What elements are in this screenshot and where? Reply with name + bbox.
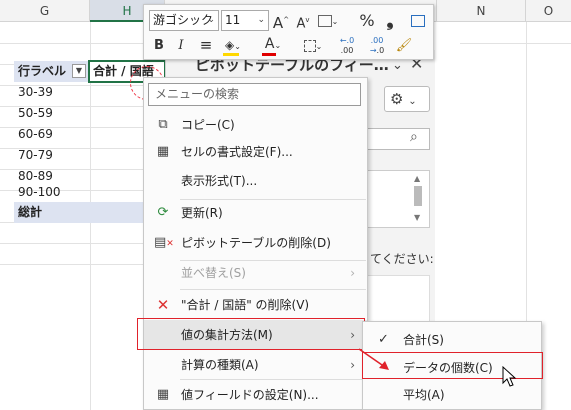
- grid-line: [460, 43, 571, 44]
- font-name-select[interactable]: 游ゴシック ⌄: [149, 10, 219, 31]
- menu-item-value-field-settings[interactable]: ▦ 値フィールドの設定(N)...: [144, 380, 367, 410]
- bold-button[interactable]: B: [149, 35, 169, 56]
- grid-line: [0, 243, 165, 244]
- merge-center-button[interactable]: [408, 10, 428, 31]
- fill-color-icon: ◈: [225, 38, 235, 52]
- mouse-cursor-icon: [502, 366, 517, 387]
- menu-item-remove-field[interactable]: ✕ "合計 / 国語" の削除(V): [144, 290, 367, 320]
- borders-button[interactable]: ⌄: [300, 35, 326, 56]
- filter-dropdown-icon[interactable]: ▼: [72, 64, 86, 78]
- annotation-arrow: [358, 348, 389, 370]
- font-color-swatch: [262, 53, 276, 56]
- align-center-button[interactable]: ≡: [196, 35, 216, 56]
- number-format-button[interactable]: ⌄: [317, 10, 339, 31]
- field-search-input[interactable]: [360, 128, 430, 150]
- chevron-right-icon: ›: [350, 266, 355, 280]
- pane-instruction-text: てください:: [370, 252, 434, 266]
- column-header-o[interactable]: O: [526, 0, 571, 22]
- menu-item-copy[interactable]: ⧉ コピー(C): [144, 110, 367, 140]
- pivot-row-label-header: 行ラベル: [18, 64, 67, 78]
- chevron-down-icon: ⌄: [257, 15, 265, 25]
- annotation-box: [137, 318, 365, 350]
- font-color-button[interactable]: A⌄: [260, 34, 286, 55]
- borders-icon: [303, 39, 316, 52]
- scrollbar[interactable]: ▲ ▼: [414, 172, 422, 225]
- font-size-select[interactable]: 11 ⌄: [221, 10, 269, 31]
- increase-font-size-button[interactable]: A^: [272, 10, 290, 32]
- column-header-g[interactable]: G: [0, 0, 90, 22]
- mini-toolbar: 游ゴシック ⌄ 11 ⌄ A^ Av ⌄ % ❟ B I ≡ ◈ ⌄ A⌄ ⌄ ←.0…: [143, 4, 434, 60]
- menu-item-delete-pivot[interactable]: ▤✕ ピボットテーブルの削除(D): [144, 228, 367, 258]
- menu-item-sort: 並べ替え(S) ›: [144, 258, 367, 288]
- delete-pivot-icon: ▤✕: [154, 235, 174, 250]
- gear-icon[interactable]: ⚙ ⌄: [384, 86, 430, 112]
- menu-item-format-cells[interactable]: ▦ セルの書式設定(F)...: [144, 137, 367, 167]
- grid-line: [0, 43, 165, 44]
- number-format-icon: [317, 14, 332, 27]
- value-field-settings-icon: ▦: [156, 387, 170, 402]
- menu-search-input[interactable]: メニューの検索: [148, 83, 361, 106]
- increase-decimal-button[interactable]: ←.0.00: [334, 35, 360, 56]
- search-icon: ⌕: [410, 129, 418, 145]
- decrease-font-size-button[interactable]: Av: [294, 10, 312, 31]
- menu-item-refresh[interactable]: ⟳ 更新(R): [144, 198, 367, 228]
- italic-button[interactable]: I: [172, 35, 190, 56]
- chevron-down-icon: ⌄: [207, 15, 215, 25]
- chevron-down-icon[interactable]: ⌄: [392, 58, 403, 73]
- menu-item-show-values-as[interactable]: 計算の種類(A) ›: [144, 350, 367, 380]
- menu-item-number-format[interactable]: 表示形式(T)...: [144, 166, 367, 196]
- comma-style-button[interactable]: ❟: [382, 10, 398, 31]
- format-painter-icon: 🖌: [395, 38, 413, 53]
- context-menu: メニューの検索 ⧉ コピー(C) ▦ セルの書式設定(F)... 表示形式(T)…: [143, 77, 368, 410]
- percent-style-button[interactable]: %: [357, 10, 377, 31]
- decrease-decimal-button[interactable]: .00 →.0: [364, 35, 390, 56]
- format-cells-icon: ▦: [156, 144, 170, 159]
- column-header-n[interactable]: N: [436, 0, 526, 22]
- copy-icon: ⧉: [158, 117, 168, 132]
- refresh-icon: ⟳: [157, 205, 169, 220]
- grid-line: [0, 264, 165, 265]
- fill-color-swatch: [223, 53, 239, 56]
- merge-center-icon: [411, 14, 425, 27]
- remove-field-icon: ✕: [156, 296, 170, 314]
- format-painter-button[interactable]: 🖌: [394, 35, 414, 56]
